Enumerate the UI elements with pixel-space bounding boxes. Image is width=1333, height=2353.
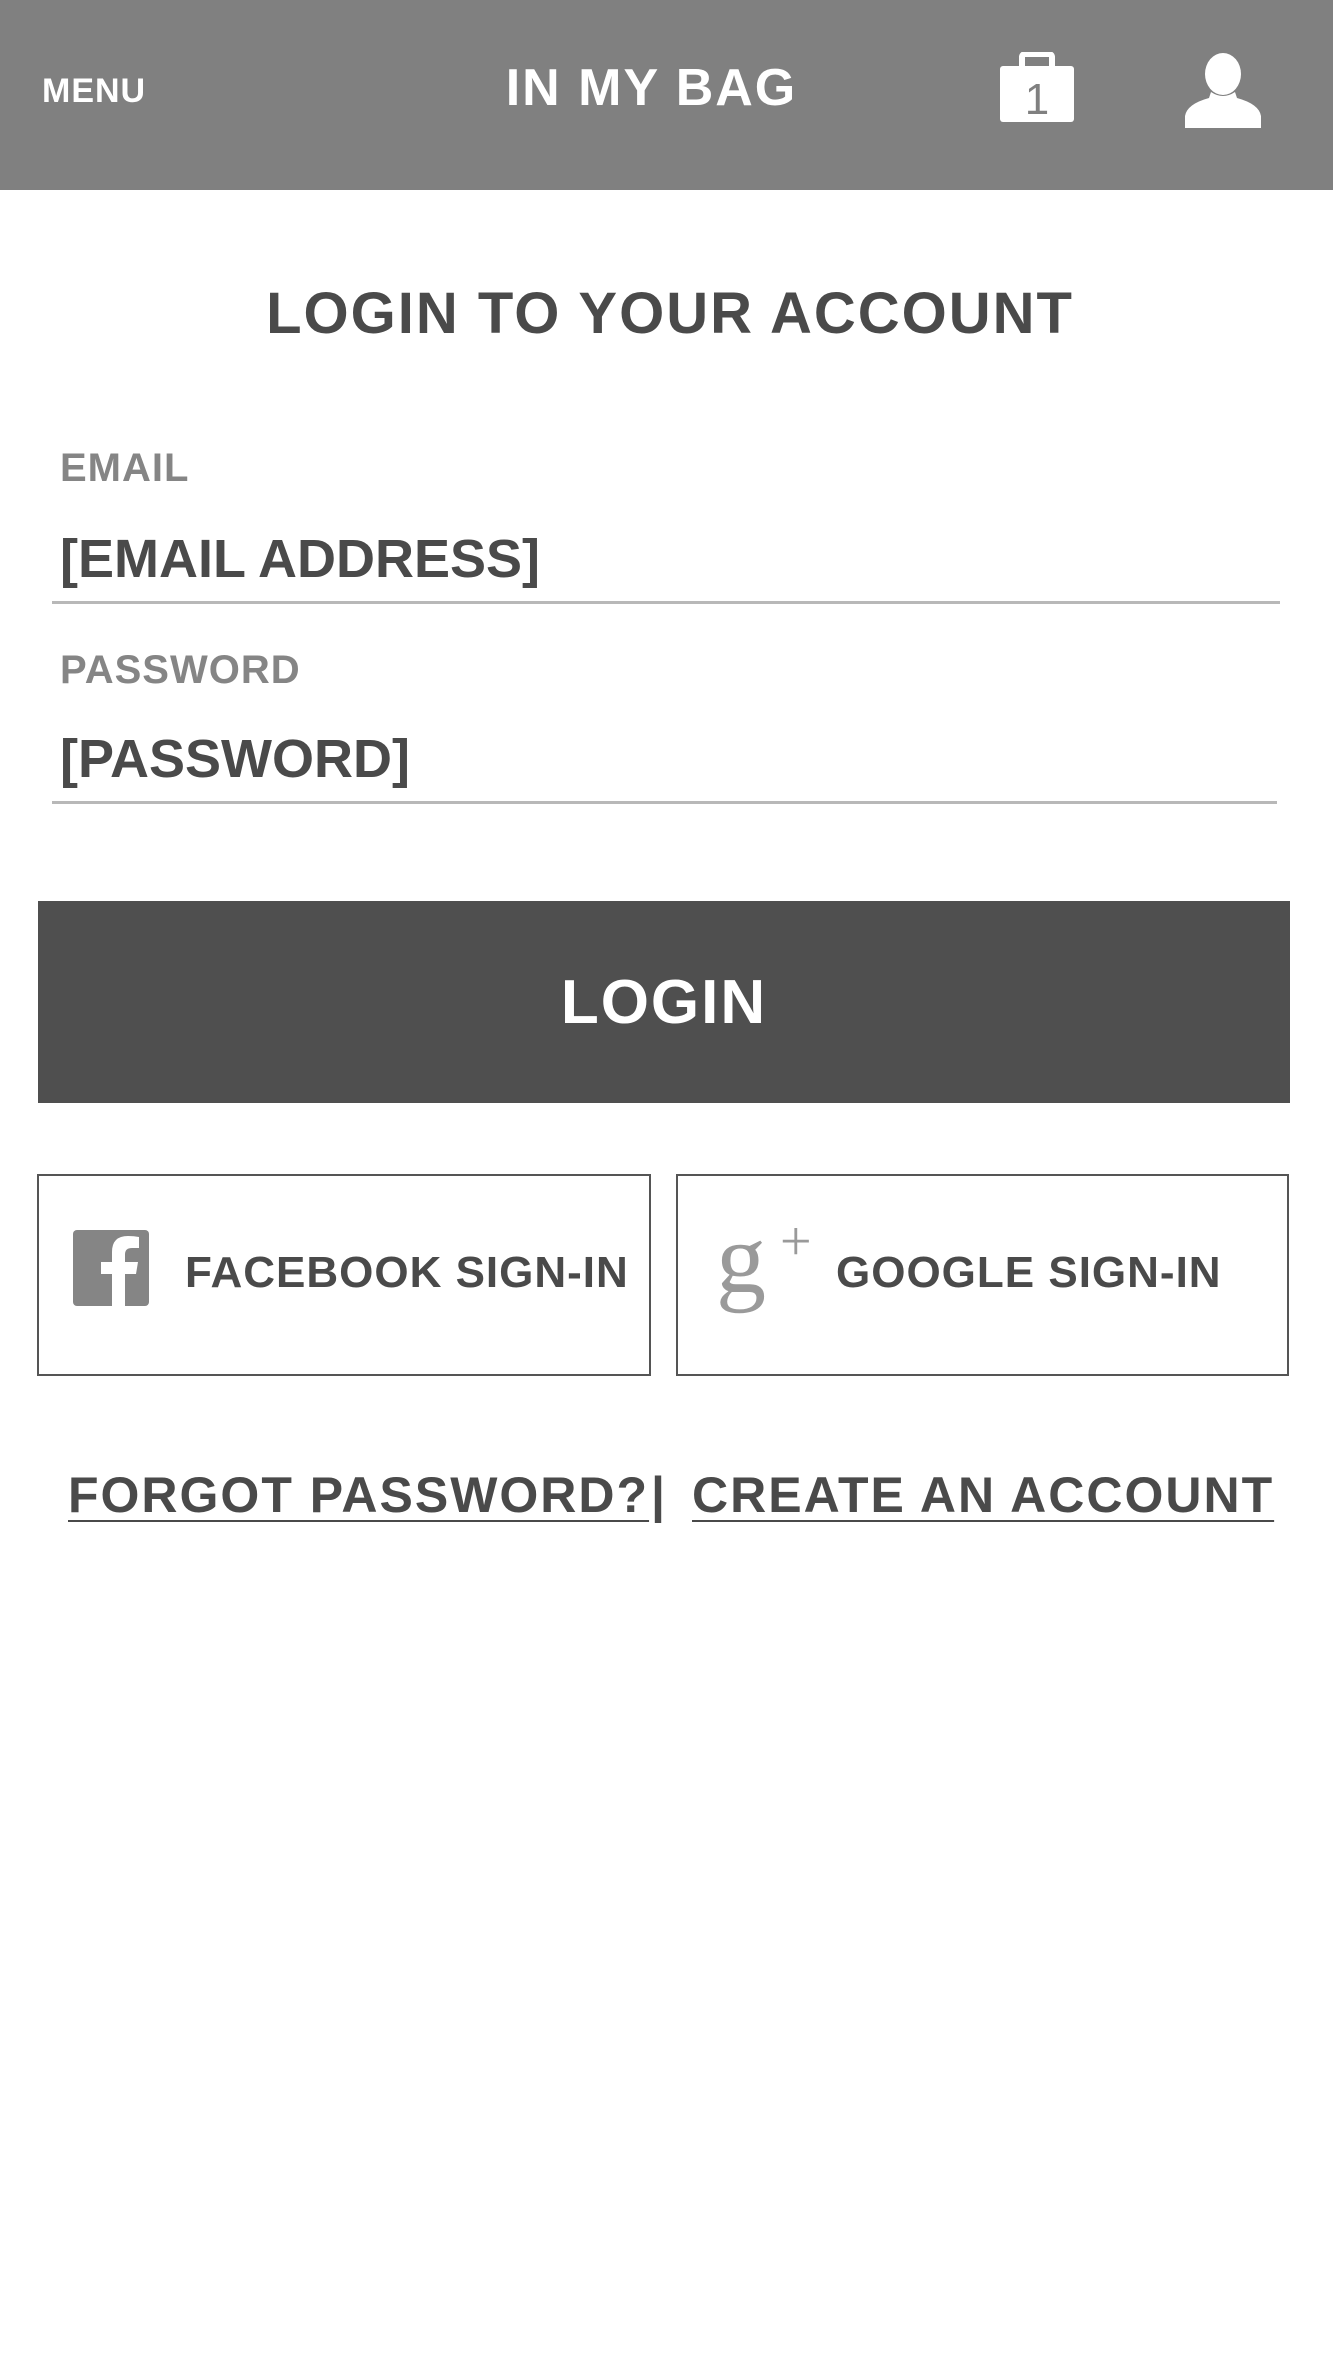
facebook-icon (73, 1230, 149, 1306)
svg-text:g: g (716, 1220, 766, 1314)
user-profile-icon (1185, 53, 1261, 128)
login-button[interactable]: LOGIN (38, 901, 1290, 1103)
app-title: IN MY BAG (505, 59, 798, 117)
password-label: PASSWORD (60, 648, 301, 692)
password-field[interactable] (52, 716, 1277, 804)
link-separator: | (651, 1467, 667, 1523)
shopping-bag-icon: 1 (1000, 51, 1074, 124)
bag-count: 1 (1025, 75, 1049, 124)
shopping-bag-button[interactable]: 1 (998, 51, 1076, 124)
page-title: LOGIN TO YOUR ACCOUNT (266, 281, 1074, 346)
google-signin-button[interactable]: g + GOOGLE SIGN-IN (676, 1174, 1289, 1376)
google-plus-icon: g + (716, 1220, 812, 1314)
user-account-button[interactable] (1183, 52, 1263, 130)
app-header: MENU IN MY BAG 1 (0, 0, 1333, 190)
google-signin-label: GOOGLE SIGN-IN (836, 1248, 1222, 1297)
facebook-signin-button[interactable]: FACEBOOK SIGN-IN (37, 1174, 651, 1376)
facebook-signin-label: FACEBOOK SIGN-IN (185, 1248, 629, 1297)
create-account-link[interactable]: CREATE AN ACCOUNT (692, 1466, 1274, 1524)
forgot-password-link[interactable]: FORGOT PASSWORD? (68, 1466, 649, 1524)
email-label: EMAIL (60, 446, 190, 490)
email-field[interactable] (52, 516, 1280, 604)
account-links: FORGOT PASSWORD? | CREATE AN ACCOUNT (0, 1466, 1333, 1536)
svg-text:+: + (780, 1220, 812, 1273)
